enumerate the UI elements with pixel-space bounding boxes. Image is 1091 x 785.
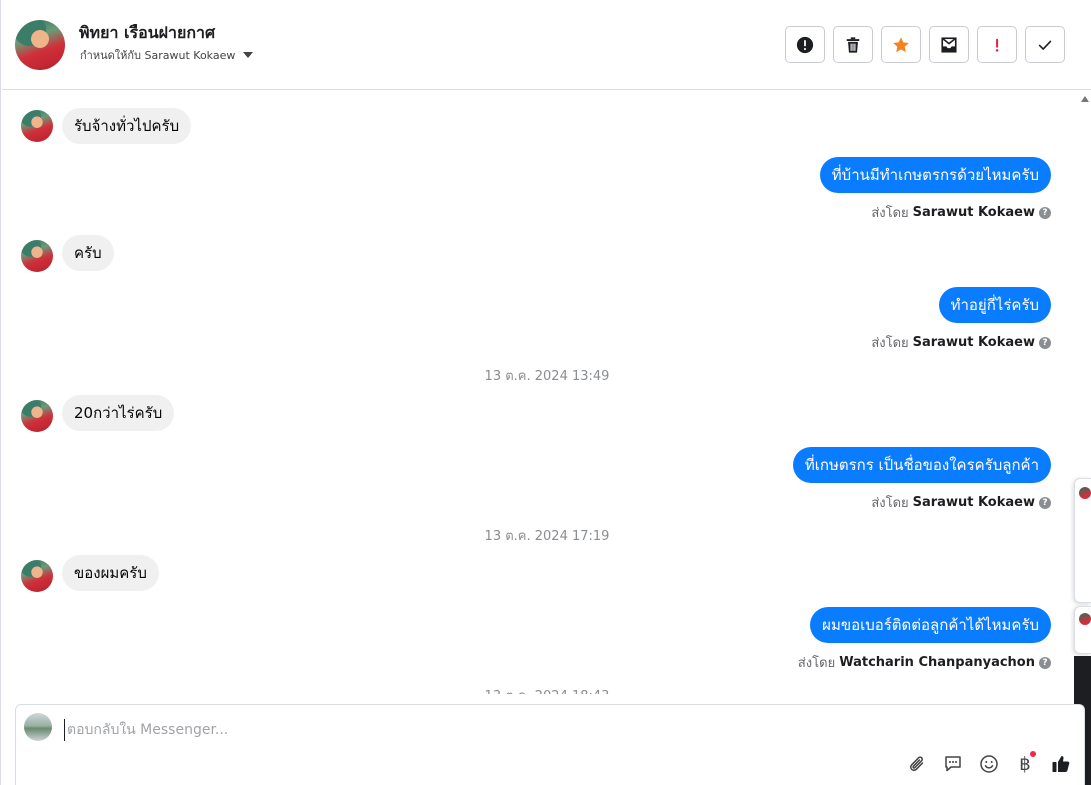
sender-name: Sarawut Kokaew [912,495,1035,510]
sender-avatar[interactable] [21,400,53,432]
sent-by-label: ส่งโดย [871,336,909,351]
message-thread[interactable]: รับจ้างทั่วไปครับ ที่บ้านมีทำเกษตรกรด้วย… [2,91,1080,694]
delete-button[interactable] [833,26,873,63]
sent-by-line: ส่งโดย Sarawut Kokaew ? [871,492,1051,513]
trash-icon [846,36,860,53]
sent-by-line: ส่งโดย Sarawut Kokaew ? [871,332,1051,353]
sender-avatar[interactable] [21,560,53,592]
sender-avatar[interactable] [21,110,53,142]
timestamp-divider: 13 ต.ค. 2024 18:43 [2,685,1080,694]
report-button[interactable] [785,26,825,63]
saved-replies-button[interactable] [942,753,964,775]
outgoing-message-bubble[interactable]: ทำอยู่กี่ไร่ครับ [938,287,1051,323]
chat-head-panel[interactable] [1074,478,1091,603]
sent-by-line: ส่งโดย Watcharin Chanpanyachon ? [798,652,1051,673]
contact-avatar[interactable] [15,20,65,70]
payment-button[interactable]: ฿ [1014,751,1036,775]
attach-button[interactable] [906,753,928,775]
sent-by-label: ส่งโดย [797,656,836,671]
notification-dot [1030,751,1036,757]
conversation-header: พิทยา เรือนฝายกาศ กำหนดให้กับ Sarawut Ko… [2,0,1091,90]
paperclip-icon [910,756,924,771]
help-icon[interactable]: ? [1039,496,1051,509]
thumbs-up-icon [1052,756,1070,772]
sender-name: Sarawut Kokaew [912,205,1035,220]
chat-head-avatar[interactable] [1079,613,1091,625]
mark-unread-button[interactable] [929,26,969,63]
timestamp-divider: 13 ต.ค. 2024 13:49 [484,369,610,384]
incoming-message-bubble[interactable]: 20กว่าไร่ครับ [62,395,175,431]
mark-spam-button[interactable] [977,26,1017,63]
like-button[interactable] [1050,753,1072,775]
reply-composer: ตอบกลับใน Messenger... ฿ [15,704,1085,785]
incoming-message-bubble[interactable]: ครับ [62,235,114,271]
help-icon[interactable]: ? [1039,656,1051,669]
sent-by-label: ส่งโดย [871,496,909,511]
sender-name: Watcharin Chanpanyachon [839,655,1035,670]
outgoing-message-bubble[interactable]: ที่เกษตรกร เป็นชื่อของใครครับลูกค้า [792,447,1051,483]
incoming-message-bubble[interactable]: รับจ้างทั่วไปครับ [62,108,192,144]
chat-head-avatar[interactable] [1079,487,1091,499]
help-icon[interactable]: ? [1039,336,1051,349]
outgoing-message-bubble[interactable]: ผมขอเบอร์ติดต่อลูกค้าได้ไหมครับ [810,607,1051,643]
envelope-icon [941,36,957,53]
help-icon[interactable]: ? [1039,206,1051,219]
timestamp-divider: 13 ต.ค. 2024 17:19 [484,529,610,544]
header-actions [785,26,1065,63]
contact-name[interactable]: พิทยา เรือนฝายกาศ [79,21,215,46]
sender-avatar[interactable] [21,240,53,272]
composer-toolbar: ฿ [906,751,1072,775]
incoming-message-bubble[interactable]: ของผมครับ [62,555,159,591]
outgoing-message-bubble[interactable]: ที่บ้านมีทำเกษตรกรด้วยไหมครับ [819,157,1051,193]
emoji-icon [980,755,998,773]
assignee-label: กำหนดให้กับ Sarawut Kokaew [80,49,236,62]
messenger-conversation-window: พิทยา เรือนฝายกาศ กำหนดให้กับ Sarawut Ko… [0,0,1091,785]
sent-by-label: ส่งโดย [871,206,909,221]
emoji-button[interactable] [978,753,1000,775]
saved-reply-icon [945,756,961,772]
reply-input[interactable]: ตอบกลับใน Messenger... [64,719,228,741]
star-icon [893,36,909,52]
mark-done-button[interactable] [1025,26,1065,63]
sent-by-line: ส่งโดย Sarawut Kokaew ? [871,202,1051,223]
check-icon [1038,40,1052,50]
sender-name: Sarawut Kokaew [912,335,1035,350]
assignee-dropdown[interactable]: กำหนดให้กับ Sarawut Kokaew [80,46,254,64]
exclamation-icon [995,38,999,52]
scrollbar-up-arrow[interactable] [1081,96,1089,102]
exclamation-circle-icon [796,36,814,53]
baht-payment-icon: ฿ [1019,753,1031,775]
caret-down-icon [243,52,254,58]
chat-head-panel[interactable] [1074,606,1091,654]
star-button[interactable] [881,26,921,63]
page-avatar [24,713,52,741]
